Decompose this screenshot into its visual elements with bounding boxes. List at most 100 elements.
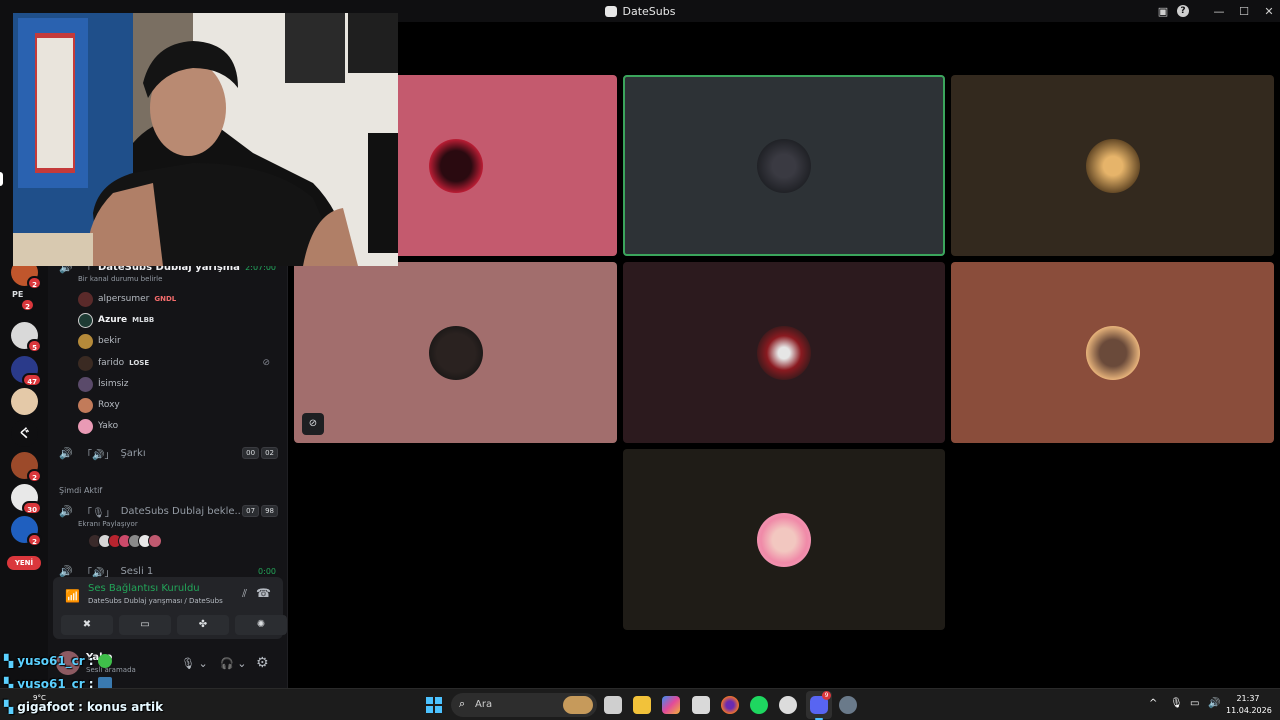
server-icon[interactable]: 2 <box>11 516 42 547</box>
taskbar: 9°C ⌕ Ara 9 ^ 🎙 ▭ 🔊 21:37 11.04.2026 <box>0 688 1280 720</box>
windows-start-icon[interactable] <box>426 697 442 713</box>
server-icon[interactable]: 47 <box>11 356 42 387</box>
taskbar-search[interactable]: ⌕ Ara <box>451 693 597 717</box>
server-icon[interactable] <box>11 388 38 415</box>
store-icon[interactable] <box>692 696 710 714</box>
mention-badge: 30 <box>22 501 42 515</box>
speaker-icon: 🔊 <box>59 564 73 578</box>
signal-icon[interactable]: 📶 <box>65 589 80 603</box>
video-tile[interactable] <box>623 262 945 443</box>
mention-badge: 2 <box>20 298 35 312</box>
headphones-icon[interactable]: 🎧 ⌄ <box>220 657 246 670</box>
system-clock[interactable]: 21:37 11.04.2026 <box>1226 693 1272 717</box>
voice-member[interactable]: alpersumer GNDL <box>78 289 278 309</box>
server-icon[interactable]: 2 <box>11 452 42 483</box>
server-logo-icon <box>604 5 617 17</box>
server-icon[interactable]: ぐ <box>11 420 38 447</box>
voice-channel-dublaj-bekle[interactable]: 🔊 「🎙」 DateSubs Dublaj bekle... 07 98 <box>48 501 288 521</box>
avatar <box>1085 138 1140 193</box>
microphone-icon[interactable]: 🎙 ⌄ <box>181 657 208 670</box>
soundboard-button[interactable]: ✺ <box>235 615 287 635</box>
settings-icon[interactable] <box>839 696 857 714</box>
mention-badge: 47 <box>22 373 42 387</box>
voice-member[interactable]: Azure MLBB <box>78 310 278 330</box>
firefox-icon[interactable] <box>721 696 739 714</box>
inbox-icon[interactable]: ▣ <box>1152 5 1174 18</box>
file-explorer-icon[interactable] <box>633 696 651 714</box>
avatar <box>78 333 93 349</box>
gear-icon[interactable]: ⚙ <box>256 655 269 671</box>
mention-badge: 2 <box>27 276 42 290</box>
avatar <box>757 325 811 380</box>
voice-member[interactable]: bekir <box>78 331 278 351</box>
mention-badge: 2 <box>27 469 42 483</box>
video-tile[interactable] <box>623 449 945 630</box>
screen-share-button[interactable]: ▭ <box>119 615 171 635</box>
chat-username: gigafoot <box>17 700 75 714</box>
server-folder-label[interactable]: PE <box>12 290 23 299</box>
app-icon[interactable] <box>779 696 797 714</box>
chat-badge-icon: ▚ <box>4 700 14 714</box>
camera-off-icon: ⊘ <box>302 413 324 435</box>
speaker-icon: 🔊 <box>59 446 73 460</box>
network-icon[interactable]: ▭ <box>1190 698 1199 709</box>
chat-badge-icon: ▚ <box>4 654 14 668</box>
search-placeholder: Ara <box>475 699 493 710</box>
tray-mic-icon[interactable]: 🎙 <box>1170 698 1183 709</box>
avatar <box>78 397 93 413</box>
video-tile[interactable]: ⊘ <box>294 262 617 443</box>
noise-suppression-icon[interactable]: ⫽ <box>242 587 247 601</box>
server-icon[interactable]: 30 <box>11 484 42 515</box>
copilot-icon[interactable] <box>662 696 680 714</box>
voice-channel-path[interactable]: DateSubs Dublaj yarışması / DateSubs <box>88 597 223 605</box>
voice-channel-sarki[interactable]: 🔊 「🔊」 Şarkı 00 02 <box>48 443 288 463</box>
avatar <box>78 418 93 434</box>
chat-message: ▚ yuso61_cr : <box>4 654 112 668</box>
video-tile[interactable] <box>951 75 1274 256</box>
section-header: Şimdi Aktif <box>59 486 103 495</box>
user-limit-counter: 07 98 <box>242 505 278 517</box>
member-avatar-stack[interactable] <box>88 534 162 548</box>
screen-share-status: Ekranı Paylaşıyor <box>78 520 138 528</box>
server-icon[interactable]: 5 <box>11 322 42 353</box>
video-tile-speaking[interactable] <box>623 75 945 256</box>
activities-button[interactable]: ✤ <box>177 615 229 635</box>
guild-tag: LOSE <box>129 359 150 367</box>
voice-member[interactable]: farido LOSE ⊘ <box>78 353 278 373</box>
chat-username: yuso61_cr <box>17 654 85 668</box>
camera-off-button[interactable]: ✖ <box>61 615 113 635</box>
app-window: DateSubs ▣ ? — ☐ ✕ 2 PE 2 5 47 ぐ 2 30 2 … <box>0 0 1280 720</box>
volume-icon[interactable]: 🔊 <box>1208 698 1220 709</box>
call-timer: 0:00 <box>258 566 276 576</box>
tray-overflow-icon[interactable]: ^ <box>1149 698 1157 709</box>
avatar <box>78 376 93 392</box>
maximize-button[interactable]: ☐ <box>1233 5 1255 18</box>
user-limit-counter: 00 02 <box>242 447 278 459</box>
avatar <box>428 325 483 380</box>
emote-icon <box>97 654 112 668</box>
channel-status-prompt[interactable]: Bir kanal durumu belirle <box>78 275 162 283</box>
spotify-icon[interactable] <box>750 696 768 714</box>
avatar <box>428 138 483 193</box>
avatar <box>78 291 93 307</box>
muted-mic-icon: ⊘ <box>262 358 270 368</box>
voice-member[interactable]: Roxy <box>78 395 278 415</box>
search-highlight-image <box>563 696 593 714</box>
voice-status[interactable]: Ses Bağlantısı Kuruldu <box>88 583 200 594</box>
close-button[interactable]: ✕ <box>1258 5 1280 18</box>
mention-badge: 5 <box>27 339 42 353</box>
help-icon[interactable]: ? <box>1177 5 1189 17</box>
voice-member[interactable]: İsimsiz <box>78 374 278 394</box>
new-unreads-badge[interactable]: YENİ <box>7 556 41 570</box>
app-title: DateSubs <box>604 4 676 18</box>
window-title: DateSubs <box>622 4 676 18</box>
avatar <box>78 355 93 371</box>
avatar <box>78 312 93 328</box>
avatar <box>148 534 162 548</box>
video-tile[interactable] <box>951 262 1274 443</box>
task-view-icon[interactable] <box>604 696 622 714</box>
disconnect-icon[interactable]: ☎ <box>256 586 271 600</box>
voice-member[interactable]: Yako <box>78 416 278 436</box>
clock-time: 21:37 <box>1236 694 1260 703</box>
minimize-button[interactable]: — <box>1208 5 1230 18</box>
